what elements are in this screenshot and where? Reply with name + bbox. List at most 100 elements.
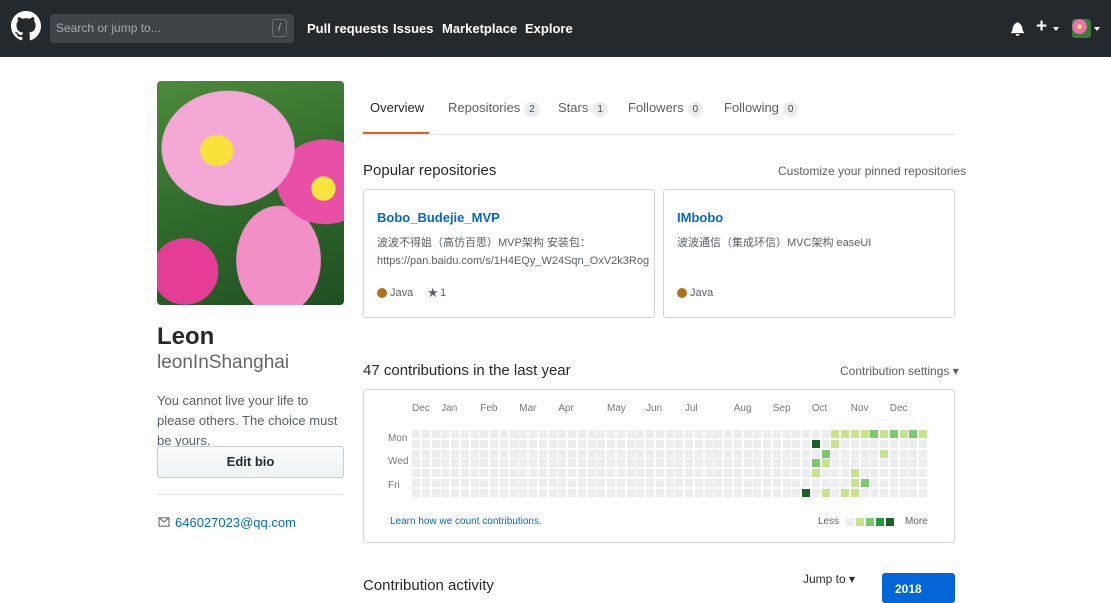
- contribution-day-cell[interactable]: [870, 459, 879, 468]
- contribution-day-cell[interactable]: [577, 430, 586, 438]
- contribution-day-cell[interactable]: [792, 469, 801, 477]
- contribution-day-cell[interactable]: [587, 439, 596, 448]
- nav-issues[interactable]: Issues: [393, 21, 433, 36]
- contribution-day-cell[interactable]: [782, 459, 791, 468]
- contribution-day-cell[interactable]: [870, 488, 879, 497]
- contribution-day-cell[interactable]: [792, 449, 801, 458]
- tab-stars[interactable]: Stars 1: [558, 100, 608, 117]
- contribution-day-cell[interactable]: [831, 459, 840, 468]
- contribution-day-cell[interactable]: [880, 459, 888, 468]
- contribution-day-cell[interactable]: [919, 430, 927, 438]
- contribution-day-cell[interactable]: [763, 449, 771, 458]
- contribution-day-cell[interactable]: [646, 478, 654, 487]
- contribution-day-cell[interactable]: [811, 459, 820, 468]
- contribution-day-cell[interactable]: [529, 469, 537, 477]
- contribution-day-cell[interactable]: [821, 488, 830, 497]
- contribution-day-cell[interactable]: [480, 430, 489, 438]
- contribution-day-cell[interactable]: [724, 469, 732, 477]
- contribution-day-cell[interactable]: [880, 430, 888, 438]
- contribution-day-cell[interactable]: [558, 449, 567, 458]
- contribution-day-cell[interactable]: [811, 439, 820, 448]
- contribution-day-cell[interactable]: [802, 430, 810, 438]
- contribution-day-cell[interactable]: [889, 459, 898, 468]
- contribution-day-cell[interactable]: [743, 449, 752, 458]
- contribution-day-cell[interactable]: [763, 459, 771, 468]
- contribution-day-cell[interactable]: [792, 488, 801, 497]
- contribution-day-cell[interactable]: [685, 469, 693, 477]
- contribution-day-cell[interactable]: [431, 469, 440, 477]
- contribution-day-cell[interactable]: [451, 439, 459, 448]
- contribution-day-cell[interactable]: [431, 459, 440, 468]
- contribution-day-cell[interactable]: [470, 469, 479, 477]
- contribution-day-cell[interactable]: [743, 430, 752, 438]
- contribution-day-cell[interactable]: [714, 449, 723, 458]
- contribution-day-cell[interactable]: [763, 430, 771, 438]
- contribution-day-cell[interactable]: [568, 449, 576, 458]
- contribution-day-cell[interactable]: [733, 449, 742, 458]
- contribution-day-cell[interactable]: [802, 469, 810, 477]
- contribution-day-cell[interactable]: [880, 469, 888, 477]
- contribution-day-cell[interactable]: [811, 469, 820, 477]
- contribution-day-cell[interactable]: [772, 439, 781, 448]
- contribution-day-cell[interactable]: [772, 459, 781, 468]
- contribution-day-cell[interactable]: [568, 488, 576, 497]
- contribution-day-cell[interactable]: [802, 449, 810, 458]
- contribution-day-cell[interactable]: [460, 488, 469, 497]
- contribution-day-cell[interactable]: [548, 459, 557, 468]
- contribution-day-cell[interactable]: [889, 478, 898, 487]
- contribution-day-cell[interactable]: [704, 439, 713, 448]
- contribution-day-cell[interactable]: [538, 488, 547, 497]
- contribution-day-cell[interactable]: [665, 430, 674, 438]
- contribution-day-cell[interactable]: [519, 459, 528, 468]
- contribution-day-cell[interactable]: [597, 430, 606, 438]
- contribution-day-cell[interactable]: [831, 430, 840, 438]
- contribution-day-cell[interactable]: [568, 430, 576, 438]
- contribution-day-cell[interactable]: [538, 449, 547, 458]
- contribution-day-cell[interactable]: [626, 478, 635, 487]
- contribution-day-cell[interactable]: [841, 449, 849, 458]
- contribution-day-cell[interactable]: [480, 449, 489, 458]
- contribution-day-cell[interactable]: [441, 439, 450, 448]
- contribution-day-cell[interactable]: [577, 439, 586, 448]
- contribution-day-cell[interactable]: [782, 449, 791, 458]
- contribution-day-cell[interactable]: [538, 439, 547, 448]
- contribution-day-cell[interactable]: [412, 469, 420, 477]
- contribution-day-cell[interactable]: [889, 469, 898, 477]
- contribution-day-cell[interactable]: [763, 478, 771, 487]
- contribution-day-cell[interactable]: [421, 469, 430, 477]
- contribution-day-cell[interactable]: [685, 430, 693, 438]
- contribution-day-cell[interactable]: [802, 439, 810, 448]
- contribution-day-cell[interactable]: [412, 430, 420, 438]
- contribution-day-cell[interactable]: [421, 488, 430, 497]
- contribution-day-cell[interactable]: [470, 459, 479, 468]
- contribution-day-cell[interactable]: [860, 478, 869, 487]
- contribution-day-cell[interactable]: [626, 439, 635, 448]
- contribution-day-cell[interactable]: [860, 469, 869, 477]
- contribution-day-cell[interactable]: [626, 488, 635, 497]
- contribution-day-cell[interactable]: [655, 430, 664, 438]
- contribution-day-cell[interactable]: [431, 430, 440, 438]
- contribution-day-cell[interactable]: [597, 449, 606, 458]
- contribution-day-cell[interactable]: [441, 488, 450, 497]
- contribution-day-cell[interactable]: [519, 469, 528, 477]
- contribution-day-cell[interactable]: [451, 430, 459, 438]
- contribution-day-cell[interactable]: [919, 459, 927, 468]
- contribution-day-cell[interactable]: [460, 430, 469, 438]
- contribution-day-cell[interactable]: [431, 449, 440, 458]
- contribution-day-cell[interactable]: [899, 469, 908, 477]
- contribution-day-cell[interactable]: [850, 430, 859, 438]
- contribution-day-cell[interactable]: [831, 469, 840, 477]
- contribution-day-cell[interactable]: [607, 430, 615, 438]
- contribution-day-cell[interactable]: [577, 449, 586, 458]
- contribution-day-cell[interactable]: [665, 488, 674, 497]
- contribution-day-cell[interactable]: [480, 478, 489, 487]
- contribution-day-cell[interactable]: [763, 439, 771, 448]
- contribution-day-cell[interactable]: [441, 449, 450, 458]
- contribution-day-cell[interactable]: [899, 478, 908, 487]
- contribution-day-cell[interactable]: [490, 439, 498, 448]
- contribution-day-cell[interactable]: [490, 430, 498, 438]
- contribution-day-cell[interactable]: [841, 488, 849, 497]
- contribution-day-cell[interactable]: [753, 478, 762, 487]
- contribution-day-cell[interactable]: [626, 449, 635, 458]
- contribution-day-cell[interactable]: [607, 449, 615, 458]
